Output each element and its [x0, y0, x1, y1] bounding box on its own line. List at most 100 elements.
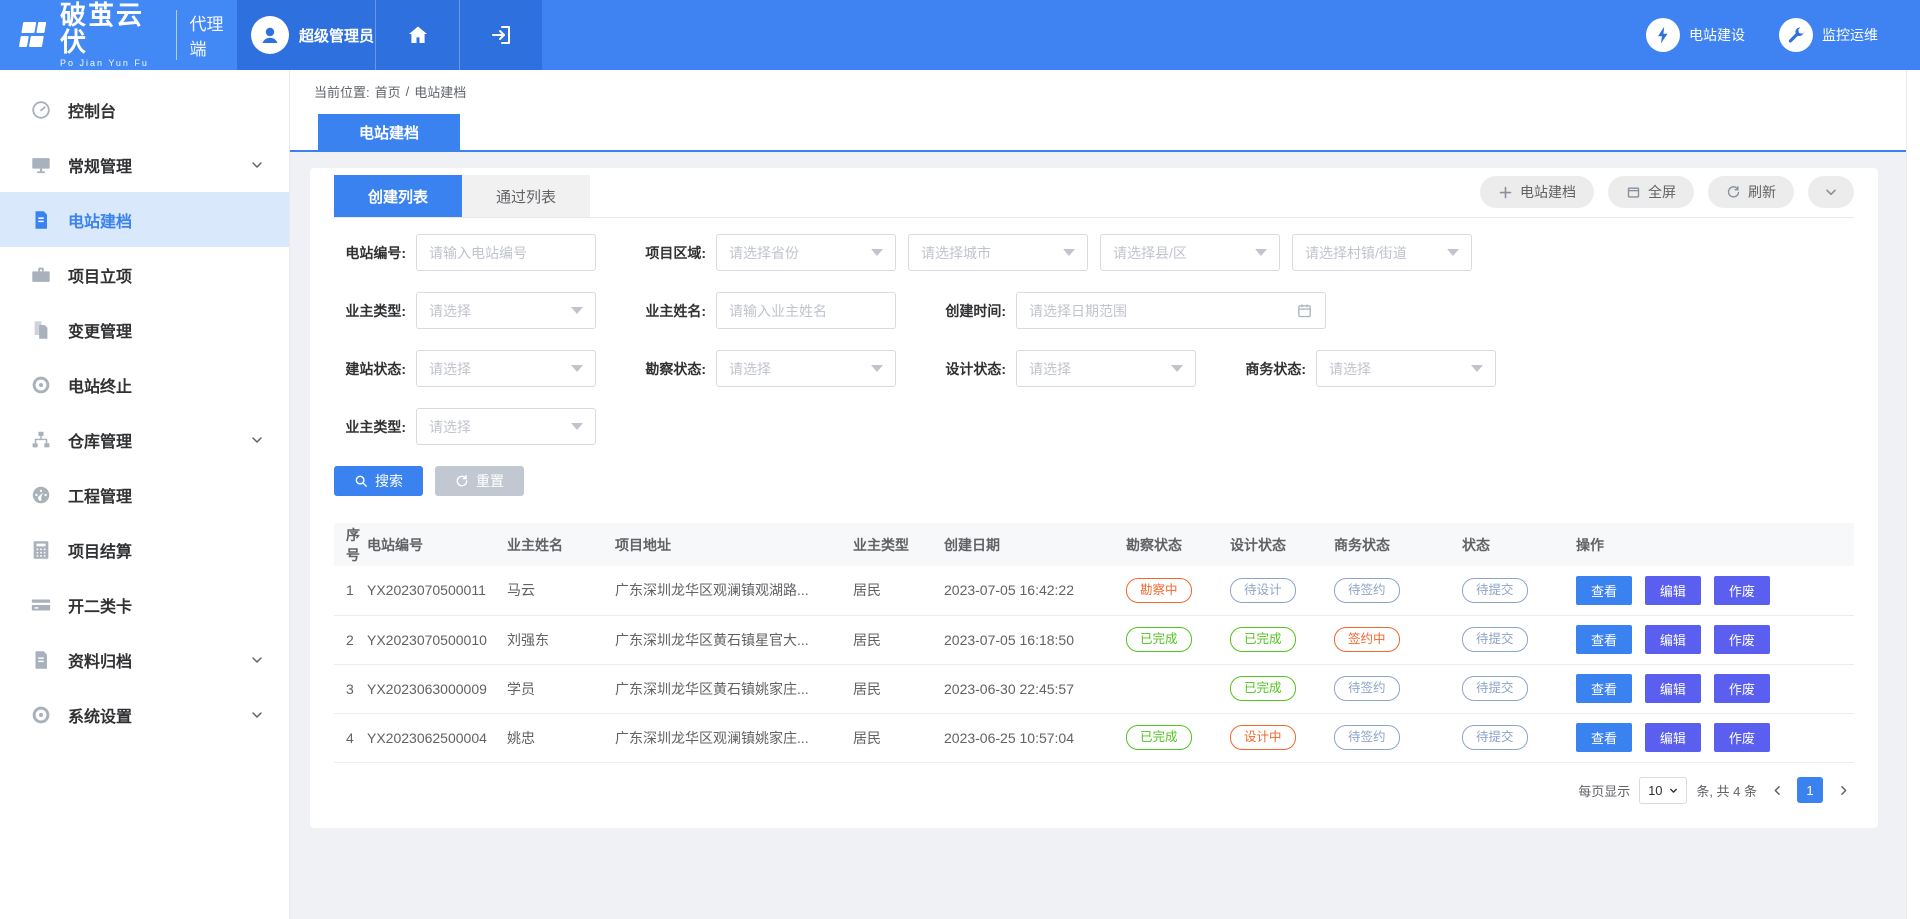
nav-monitor-ops[interactable]: 监控运维	[1779, 18, 1878, 52]
target-icon	[30, 374, 52, 396]
page-tab-station-archive[interactable]: 电站建档	[318, 114, 460, 150]
sidebar-item-station-terminate[interactable]: 电站终止	[0, 357, 289, 412]
status-badge: 已完成	[1230, 627, 1296, 652]
city-select[interactable]: 请选择城市	[908, 234, 1088, 271]
chevron-down-icon	[1668, 785, 1679, 796]
cell-created: 2023-06-25 10:57:04	[944, 713, 1126, 762]
settings-icon	[30, 704, 52, 726]
edit-button[interactable]: 编辑	[1645, 674, 1701, 703]
sidebar-item-system-settings[interactable]: 系统设置	[0, 687, 289, 742]
business-status-select[interactable]: 请选择	[1316, 350, 1496, 387]
prev-page-button[interactable]	[1766, 777, 1788, 803]
tab-create-list[interactable]: 创建列表	[334, 175, 462, 217]
sidebar-item-warehouse-mgmt[interactable]: 仓库管理	[0, 412, 289, 467]
edit-button[interactable]: 编辑	[1645, 625, 1701, 654]
created-time-label: 创建时间:	[934, 301, 1006, 321]
date-range-picker[interactable]: 请选择日期范围	[1016, 292, 1326, 329]
status-badge: 已完成	[1126, 725, 1192, 750]
view-button[interactable]: 查看	[1576, 674, 1632, 703]
fullscreen-button[interactable]: 全屏	[1608, 176, 1694, 208]
page-number-current[interactable]: 1	[1797, 777, 1823, 803]
station-table: 序号 电站编号 业主姓名 项目地址 业主类型 创建日期 勘察状态 设计状态 商务…	[334, 523, 1854, 763]
sidebar-item-project-settlement[interactable]: 项目结算	[0, 522, 289, 577]
void-button[interactable]: 作废	[1714, 723, 1770, 752]
view-button[interactable]: 查看	[1576, 625, 1632, 654]
view-button[interactable]: 查看	[1576, 576, 1632, 605]
filter-buttons: 搜索 重置	[334, 466, 1854, 496]
cell-address: 广东深圳龙华区观澜镇观湖路...	[615, 566, 853, 615]
owner-type-select[interactable]: 请选择	[416, 292, 596, 329]
sidebar-label: 电站建档	[68, 208, 265, 232]
sidebar-item-station-archive[interactable]: 电站建档	[0, 192, 289, 247]
filter-form: 电站编号: 项目区域: 请选择省份 请选择城市 请选择县/区 请选择村镇/街道	[334, 218, 1854, 496]
status-badge: 待签约	[1334, 676, 1400, 701]
province-select[interactable]: 请选择省份	[716, 234, 896, 271]
cell-created: 2023-07-05 16:18:50	[944, 615, 1126, 664]
per-page-select[interactable]: 10	[1639, 777, 1687, 804]
void-button[interactable]: 作废	[1714, 625, 1770, 654]
search-button[interactable]: 搜索	[334, 466, 423, 496]
edit-button[interactable]: 编辑	[1645, 723, 1701, 752]
chevron-down-icon	[249, 157, 265, 173]
user-name: 超级管理员	[299, 25, 374, 46]
next-page-button[interactable]	[1832, 777, 1854, 803]
survey-status-select[interactable]: 请选择	[716, 350, 896, 387]
view-button[interactable]: 查看	[1576, 723, 1632, 752]
table-row: 1 YX2023070500011 马云 广东深圳龙华区观澜镇观湖路... 居民…	[334, 566, 1854, 615]
nav-monitor-ops-label: 监控运维	[1822, 25, 1878, 45]
sidebar-item-engineering-mgmt[interactable]: 工程管理	[0, 467, 289, 522]
town-select[interactable]: 请选择村镇/街道	[1292, 234, 1472, 271]
page-scrollbar[interactable]	[1906, 70, 1920, 919]
build-status-select[interactable]: 请选择	[416, 350, 596, 387]
sidebar-label: 项目结算	[68, 538, 265, 562]
sidebar-item-data-archive[interactable]: 资料归档	[0, 632, 289, 687]
col-design: 设计状态	[1230, 523, 1334, 566]
sidebar-item-change-mgmt[interactable]: 变更管理	[0, 302, 289, 357]
col-created: 创建日期	[944, 523, 1126, 566]
cell-owner: 姚忠	[507, 713, 615, 762]
table-row: 4 YX2023062500004 姚忠 广东深圳龙华区观澜镇姚家庄... 居民…	[334, 713, 1854, 762]
brand-area: 破茧云伏 Po Jian Yun Fu 代理端	[0, 0, 237, 70]
owner-type2-select[interactable]: 请选择	[416, 408, 596, 445]
home-button[interactable]	[375, 0, 459, 70]
collapse-toolbar-button[interactable]	[1808, 176, 1854, 208]
chevron-left-icon	[1770, 783, 1785, 798]
design-status-placeholder: 请选择	[1029, 359, 1071, 379]
field-business-status: 商务状态: 请选择	[1234, 350, 1534, 387]
owner-name-input[interactable]	[716, 292, 896, 329]
sidebar-item-general-mgmt[interactable]: 常规管理	[0, 137, 289, 192]
station-code-input[interactable]	[416, 234, 596, 271]
refresh-button[interactable]: 刷新	[1708, 176, 1794, 208]
sidebar-item-open-card[interactable]: 开二类卡	[0, 577, 289, 632]
breadcrumb-home-link[interactable]: 首页	[375, 82, 401, 101]
avatar	[251, 16, 289, 54]
void-button[interactable]: 作废	[1714, 674, 1770, 703]
chevron-down-icon	[1823, 184, 1839, 200]
new-station-button[interactable]: 电站建档	[1480, 176, 1594, 208]
field-survey-status: 勘察状态: 请选择	[634, 350, 934, 387]
edit-button[interactable]: 编辑	[1645, 576, 1701, 605]
total-count-label: 条, 共 4 条	[1696, 781, 1757, 800]
nav-station-build[interactable]: 电站建设	[1646, 18, 1745, 52]
cell-type: 居民	[853, 615, 944, 664]
station-code-label: 电站编号:	[334, 243, 406, 263]
county-select[interactable]: 请选择县/区	[1100, 234, 1280, 271]
user-icon	[258, 23, 282, 47]
logout-button[interactable]	[459, 0, 542, 70]
tab-passed-list[interactable]: 通过列表	[462, 175, 590, 217]
main-area: 当前位置: 首页 / 电站建档 电站建档 创建列表 通过列表 电站建档	[290, 70, 1920, 919]
cell-survey-empty	[1126, 664, 1230, 713]
status-badge: 勘察中	[1126, 578, 1192, 603]
field-region: 项目区域: 请选择省份 请选择城市 请选择县/区 请选择村镇/街道	[634, 234, 1472, 271]
col-business: 商务状态	[1334, 523, 1462, 566]
cell-type: 居民	[853, 664, 944, 713]
home-icon	[406, 23, 430, 47]
sidebar-item-console[interactable]: 控制台	[0, 82, 289, 137]
design-status-select[interactable]: 请选择	[1016, 350, 1196, 387]
document-icon	[30, 209, 52, 231]
void-button[interactable]: 作废	[1714, 576, 1770, 605]
select-caret-icon	[1471, 365, 1483, 372]
reset-button[interactable]: 重置	[435, 466, 524, 496]
sidebar-item-project-setup[interactable]: 项目立项	[0, 247, 289, 302]
user-menu[interactable]: 超级管理员	[237, 0, 375, 70]
